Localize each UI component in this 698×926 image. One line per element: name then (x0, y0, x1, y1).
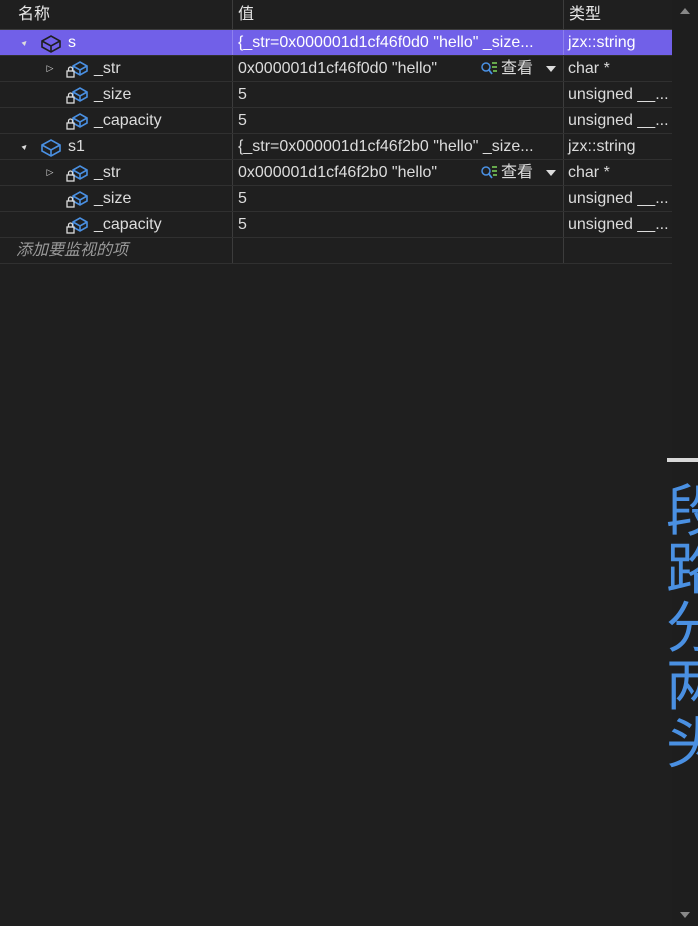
value-cell[interactable]: 5 (232, 82, 563, 107)
variable-name: _size (94, 86, 132, 103)
column-divider (563, 238, 564, 263)
collapse-arrow-icon[interactable]: ▲ (12, 30, 38, 55)
type-cell: unsigned __... (563, 186, 672, 211)
watch-row-capacity[interactable]: _capacity 5 unsigned __... (0, 108, 672, 134)
watch-row-capacity[interactable]: _capacity 5 unsigned __... (0, 212, 672, 238)
variable-name: _capacity (94, 216, 162, 233)
watch-window: 名称 值 类型 ▲ s {_str=0x000001d1cf46f0d0 "he… (0, 0, 672, 264)
watch-row-size[interactable]: _size 5 unsigned __... (0, 186, 672, 212)
name-cell: ▷ _str (0, 160, 232, 185)
watch-row-s1[interactable]: ▲ s1 {_str=0x000001d1cf46f2b0 "hello" _s… (0, 134, 672, 160)
private-field-icon (66, 217, 88, 234)
value-cell[interactable]: {_str=0x000001d1cf46f0d0 "hello" _size..… (232, 30, 563, 55)
expand-arrow-icon[interactable]: ▷ (44, 56, 56, 81)
background-overlay-text: 段路分两头 (662, 452, 698, 772)
name-cell: _capacity (0, 108, 232, 133)
collapse-arrow-icon[interactable]: ▲ (12, 134, 38, 159)
private-field-icon (66, 61, 88, 78)
column-divider (232, 238, 233, 263)
overlay-char: 两 (666, 654, 698, 719)
class-object-icon (41, 139, 61, 157)
name-cell: _size (0, 82, 232, 107)
dropdown-arrow-icon[interactable] (546, 170, 556, 176)
variable-name: _capacity (94, 112, 162, 129)
value-cell[interactable]: {_str=0x000001d1cf46f2b0 "hello" _size..… (232, 134, 563, 159)
name-cell: ▷ _str (0, 56, 232, 81)
scroll-up-icon[interactable] (680, 8, 690, 14)
column-header-value[interactable]: 值 (232, 0, 563, 29)
watch-row-s[interactable]: ▲ s {_str=0x000001d1cf46f0d0 "hello" _si… (0, 30, 672, 56)
add-watch-row[interactable]: 添加要监视的项 (0, 238, 672, 264)
watch-row-str[interactable]: ▷ _str 0x000001d1cf46f0d0 "hello" 查看 cha… (0, 56, 672, 82)
overlay-char: 头 (666, 712, 698, 773)
value-cell[interactable]: 0x000001d1cf46f0d0 "hello" 查看 (232, 56, 563, 81)
value-text: 0x000001d1cf46f0d0 "hello" (238, 60, 438, 77)
type-cell: unsigned __... (563, 108, 672, 133)
dropdown-arrow-icon[interactable] (546, 66, 556, 72)
column-header-type[interactable]: 类型 (563, 0, 672, 29)
type-cell: jzx::string (563, 30, 672, 55)
view-label: 查看 (501, 60, 534, 77)
private-field-icon (66, 87, 88, 104)
type-cell: char * (563, 160, 672, 185)
value-cell[interactable]: 5 (232, 212, 563, 237)
class-object-icon (41, 35, 61, 53)
value-text: 0x000001d1cf46f2b0 "hello" (238, 164, 438, 181)
variable-name: _size (94, 190, 132, 207)
type-cell: unsigned __... (563, 82, 672, 107)
type-cell: jzx::string (563, 134, 672, 159)
magnifier-icon (481, 166, 497, 179)
add-watch-hint[interactable]: 添加要监视的项 (16, 238, 128, 263)
magnifier-icon (481, 62, 497, 75)
overlay-char: 路 (666, 538, 698, 603)
variable-name: _str (94, 164, 121, 181)
view-label: 查看 (501, 164, 534, 181)
name-cell: _size (0, 186, 232, 211)
type-cell: unsigned __... (563, 212, 672, 237)
variable-name: _str (94, 60, 121, 77)
variable-name: s1 (68, 138, 85, 155)
name-cell: ▲ s (0, 30, 232, 55)
name-cell: _capacity (0, 212, 232, 237)
scroll-down-icon[interactable] (680, 912, 690, 918)
variable-name: s (68, 34, 76, 51)
watch-row-size[interactable]: _size 5 unsigned __... (0, 82, 672, 108)
column-header-name[interactable]: 名称 (0, 0, 232, 29)
value-cell[interactable]: 5 (232, 108, 563, 133)
private-field-icon (66, 113, 88, 130)
name-cell: ▲ s1 (0, 134, 232, 159)
text-visualizer-button[interactable]: 查看 (480, 160, 563, 185)
value-cell[interactable]: 5 (232, 186, 563, 211)
private-field-icon (66, 165, 88, 182)
value-cell[interactable]: 0x000001d1cf46f2b0 "hello" 查看 (232, 160, 563, 185)
expand-arrow-icon[interactable]: ▷ (44, 160, 56, 185)
overlay-bar (667, 458, 698, 462)
private-field-icon (66, 191, 88, 208)
overlay-char: 段 (666, 480, 698, 545)
column-header: 名称 值 类型 (0, 0, 672, 30)
overlay-char: 分 (666, 596, 698, 661)
watch-row-str[interactable]: ▷ _str 0x000001d1cf46f2b0 "hello" 查看 cha… (0, 160, 672, 186)
type-cell: char * (563, 56, 672, 81)
overlay-vertical-text: 段路分两头 (666, 480, 698, 773)
text-visualizer-button[interactable]: 查看 (480, 56, 563, 81)
